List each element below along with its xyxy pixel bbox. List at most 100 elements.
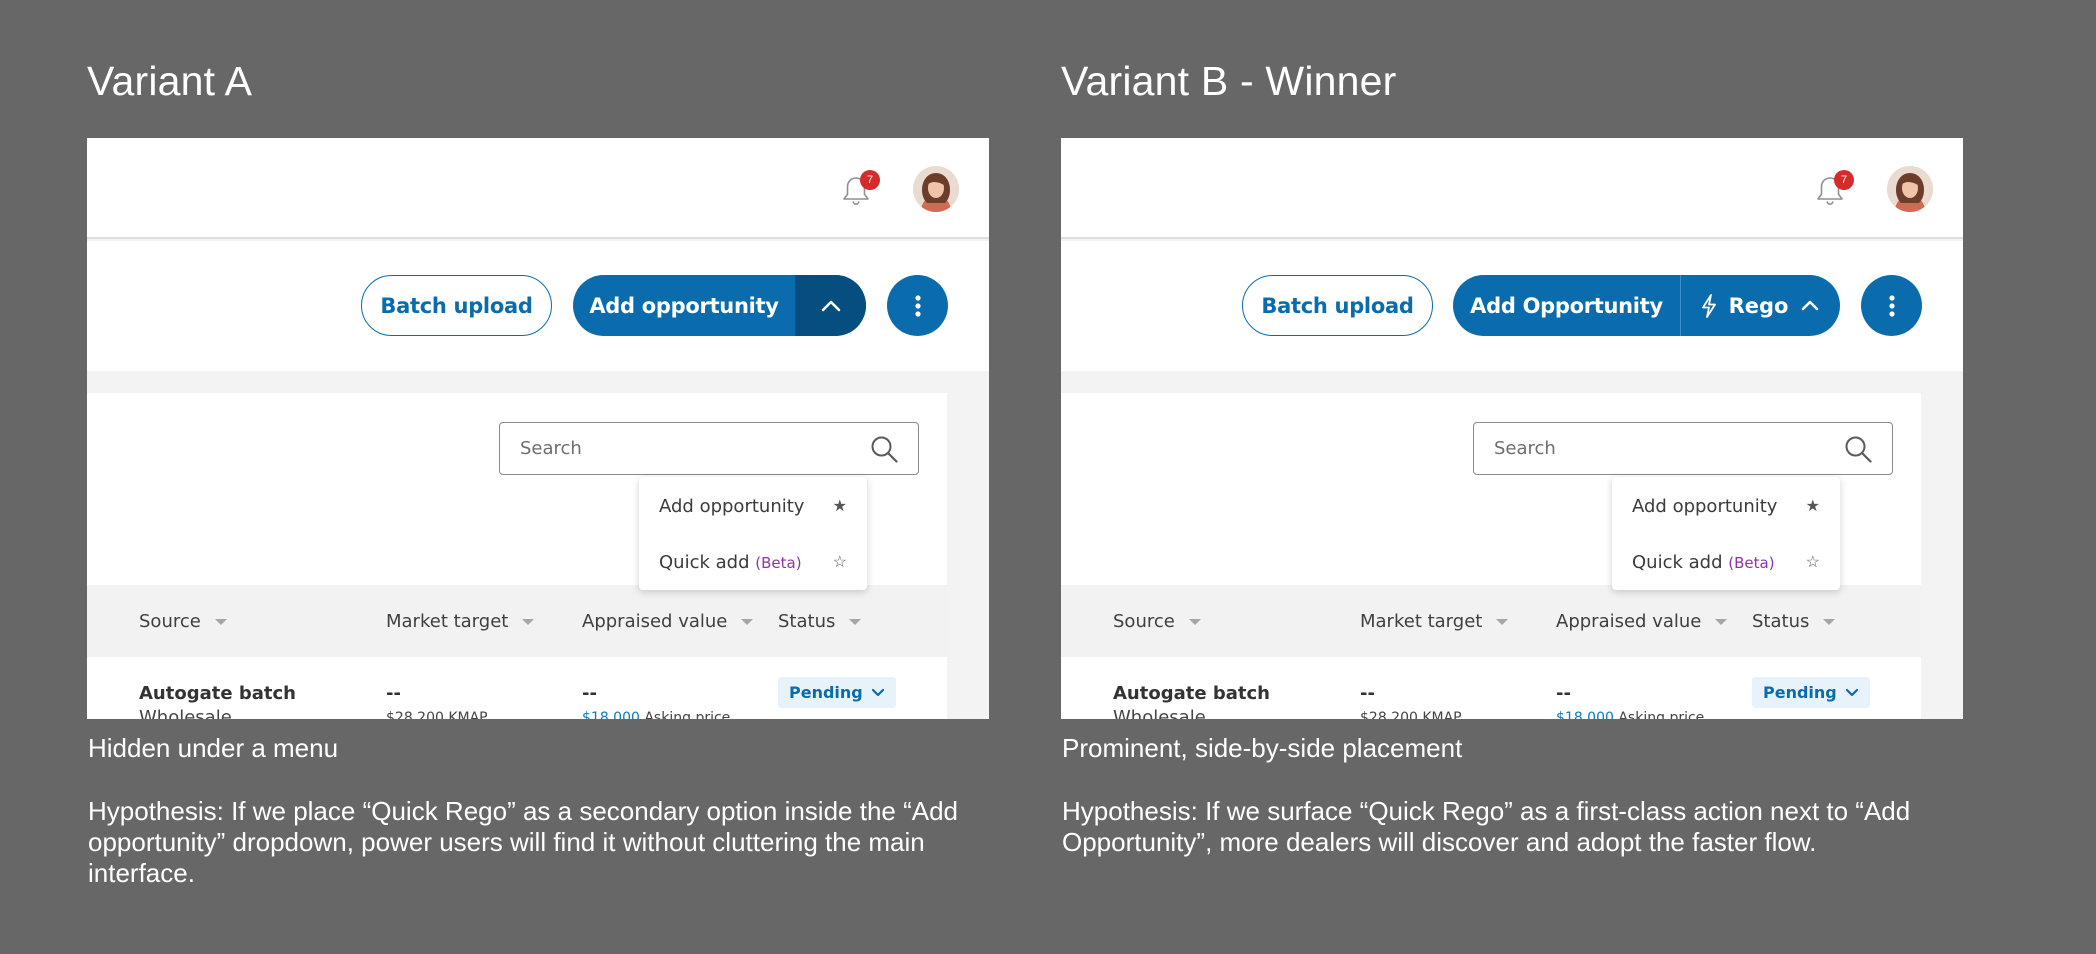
sort-caret-icon [214, 618, 227, 625]
search-placeholder: Search [520, 438, 582, 459]
sort-caret-icon [849, 618, 862, 625]
menu-item-quick-add[interactable]: Quick add (Beta) [659, 552, 802, 573]
variant-caption: Prominent, side-by-side placement [1062, 733, 1463, 763]
sort-caret-icon [1188, 618, 1201, 625]
star-outline-icon[interactable]: ☆ [1806, 552, 1820, 572]
more-options-button[interactable] [1861, 275, 1922, 336]
add-opportunity-button[interactable]: Add Opportunity [1453, 275, 1680, 336]
add-opportunity-button[interactable]: Add opportunity [573, 275, 795, 336]
avatar-image [913, 166, 959, 212]
action-bar: Batch upload Add Opportunity Rego [1061, 241, 1963, 371]
search-input[interactable]: Search [499, 422, 919, 475]
row-source: Autogate batch [139, 683, 296, 704]
menu-item-add-opportunity[interactable]: Add opportunity [659, 496, 804, 517]
row-appraised-value: -- [1556, 683, 1571, 704]
menu-item-label: Quick add [659, 552, 750, 573]
search-icon[interactable] [870, 435, 898, 463]
variant-hypothesis: Hypothesis: If we place “Quick Rego” as … [88, 796, 959, 888]
more-options-button[interactable] [887, 275, 948, 336]
status-label: Pending [1763, 683, 1837, 702]
search-icon[interactable] [1844, 435, 1872, 463]
asking-price-label: Asking price [1618, 710, 1705, 719]
status-dropdown[interactable]: Pending [1752, 677, 1870, 708]
row-source: Autogate batch [1113, 683, 1270, 704]
chevron-up-icon [1802, 300, 1819, 311]
kebab-icon [914, 294, 921, 317]
notification-badge: 7 [860, 170, 880, 190]
asking-price-link[interactable]: $18,000 [1556, 710, 1614, 719]
column-label: Market target [386, 611, 509, 632]
search-placeholder: Search [1494, 438, 1556, 459]
avatar[interactable] [1887, 166, 1933, 212]
variant-title: Variant A [87, 58, 253, 104]
beta-tag: (Beta) [1728, 554, 1775, 572]
sort-caret-icon [1715, 618, 1728, 625]
menu-item-label: Add opportunity [1632, 496, 1778, 517]
sort-caret-icon [1496, 618, 1509, 625]
variant-title: Variant B - Winner [1061, 58, 1397, 104]
row-kmap: $28,200 KMAP [1360, 710, 1462, 719]
kebab-icon [1888, 294, 1895, 317]
add-menu-dropdown: Add opportunity ★ Quick add (Beta) ☆ [1612, 477, 1840, 590]
avatar-image [1887, 166, 1933, 212]
asking-price-link[interactable]: $18,000 [582, 710, 640, 719]
column-header-source[interactable]: Source [1113, 611, 1201, 632]
table-header: Source Market target Appraised value Sta… [87, 585, 947, 657]
search-input[interactable]: Search [1473, 422, 1893, 475]
app-frame: 7 Batch upload Add opportunity Search So… [87, 138, 989, 719]
status-label: Pending [789, 683, 863, 702]
star-outline-icon[interactable]: ☆ [833, 552, 847, 572]
add-opportunity-split-button: Add Opportunity Rego [1453, 275, 1840, 336]
avatar[interactable] [913, 166, 959, 212]
row-market-target: -- [1360, 683, 1375, 704]
batch-upload-button[interactable]: Batch upload [361, 275, 552, 336]
variant-caption: Hidden under a menu [88, 733, 339, 763]
star-filled-icon[interactable]: ★ [1806, 496, 1820, 516]
action-bar: Batch upload Add opportunity [87, 241, 989, 371]
variant-b: Variant B - Winner 7 Batch upload Add Op… [1061, 0, 2021, 954]
status-dropdown[interactable]: Pending [778, 677, 896, 708]
variant-hypothesis: Hypothesis: If we surface “Quick Rego” a… [1062, 796, 1911, 857]
add-menu-dropdown: Add opportunity ★ Quick add (Beta) ☆ [639, 477, 867, 590]
column-header-market-target[interactable]: Market target [1360, 611, 1509, 632]
column-header-market-target[interactable]: Market target [386, 611, 535, 632]
quick-rego-button[interactable]: Rego [1680, 275, 1840, 336]
column-header-appraised-value[interactable]: Appraised value [1556, 611, 1728, 632]
sort-caret-icon [741, 618, 754, 625]
lightning-icon [1701, 293, 1716, 318]
row-asking-price: $18,000 Asking price [1556, 710, 1704, 719]
table-header: Source Market target Appraised value Sta… [1061, 585, 1921, 657]
dropdown-toggle[interactable] [795, 275, 866, 336]
column-header-status[interactable]: Status [1752, 611, 1836, 632]
chevron-up-icon [821, 300, 840, 311]
row-appraised-value: -- [582, 683, 597, 704]
rego-label: Rego [1728, 293, 1789, 318]
row-kmap: $28,200 KMAP [386, 710, 488, 719]
row-source-type: Wholesale [139, 707, 232, 719]
menu-item-add-opportunity[interactable]: Add opportunity [1632, 496, 1777, 517]
column-header-source[interactable]: Source [139, 611, 227, 632]
row-market-target: -- [386, 683, 401, 704]
column-header-status[interactable]: Status [778, 611, 862, 632]
top-bar: 7 [87, 138, 989, 239]
column-label: Status [778, 611, 836, 632]
app-frame: 7 Batch upload Add Opportunity Rego Sear… [1061, 138, 1963, 719]
menu-item-quick-add[interactable]: Quick add (Beta) [1632, 552, 1775, 573]
column-label: Source [1113, 611, 1175, 632]
column-label: Appraised value [1556, 611, 1702, 632]
menu-item-label: Quick add [1632, 552, 1723, 573]
column-label: Appraised value [582, 611, 728, 632]
chevron-down-icon [1845, 688, 1858, 697]
chevron-down-icon [871, 688, 884, 697]
row-asking-price: $18,000 Asking price [582, 710, 730, 719]
batch-upload-button[interactable]: Batch upload [1242, 275, 1433, 336]
column-header-appraised-value[interactable]: Appraised value [582, 611, 754, 632]
star-filled-icon[interactable]: ★ [833, 496, 847, 516]
row-source-type: Wholesale [1113, 707, 1206, 719]
top-bar: 7 [1061, 138, 1963, 239]
menu-item-label: Add opportunity [659, 496, 805, 517]
column-label: Source [139, 611, 201, 632]
notification-badge: 7 [1834, 170, 1854, 190]
add-opportunity-split-button: Add opportunity [573, 275, 866, 336]
column-label: Status [1752, 611, 1810, 632]
